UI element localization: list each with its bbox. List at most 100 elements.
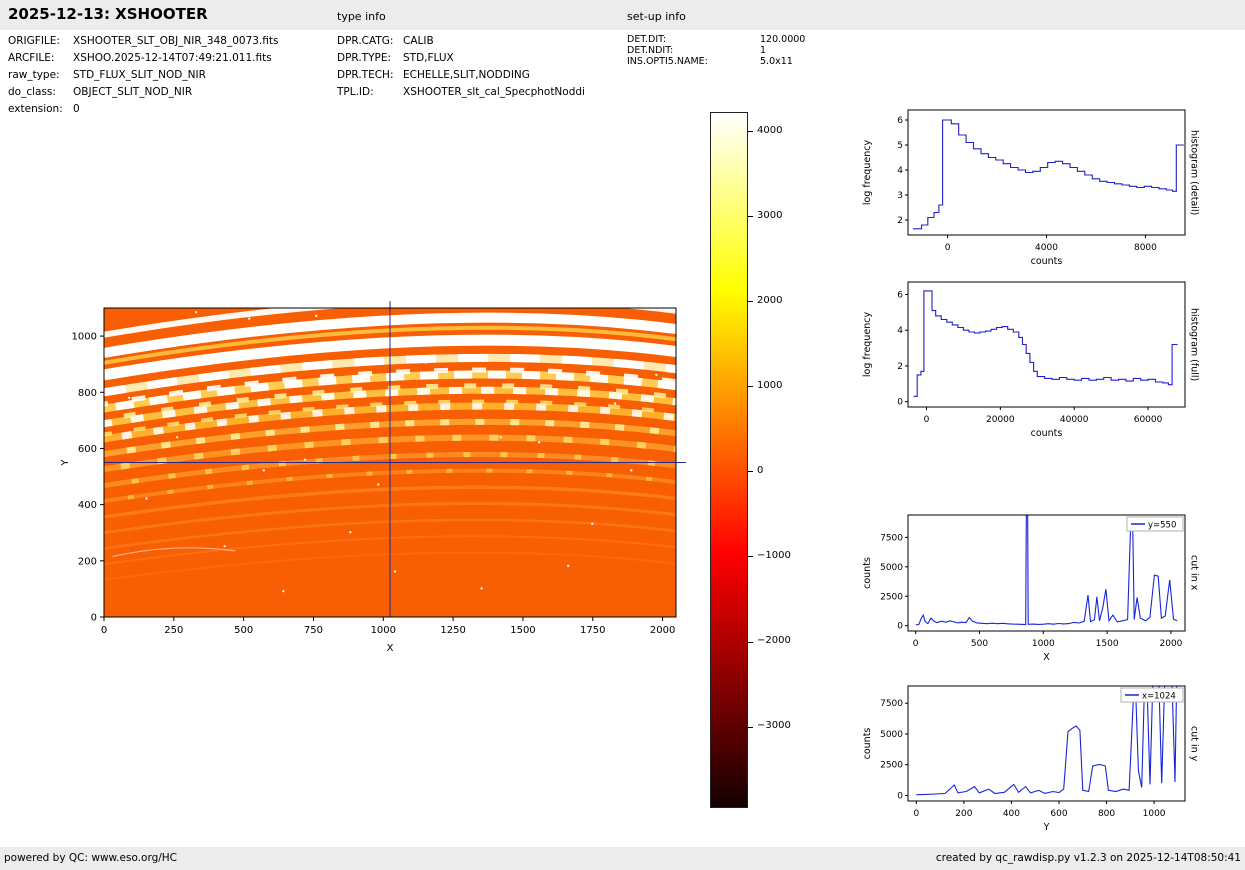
x-tick-label: 750 <box>304 625 323 636</box>
y-tick-label: 0 <box>91 613 97 624</box>
meta-row: DET.DIT: 120.0000 <box>627 34 805 45</box>
meta-row: TPL.ID: XSHOOTER_slt_cal_SpecphotNoddi <box>337 84 585 101</box>
meta-value: 1 <box>760 45 767 56</box>
y-tick-label: 5 <box>897 141 903 151</box>
colorbar-tick <box>748 301 753 303</box>
x-axis-label: X <box>1043 652 1050 663</box>
meta-key: INS.OPTI5.NAME: <box>627 56 708 67</box>
histogram-detail-plot: 0 4000 8000 2 3 4 5 6 counts log frequency <box>862 109 1186 267</box>
x-tick-label: 20000 <box>986 415 1015 425</box>
y-tick-label: 1000 <box>72 332 97 343</box>
colorbar-tick-label: 0 <box>757 464 764 476</box>
meta-value: XSHOOTER_slt_cal_SpecphotNoddi <box>403 86 585 98</box>
meta-key: raw_type: <box>8 69 60 81</box>
x-axis-label: Y <box>1043 822 1050 833</box>
meta-key: DET.DIT: <box>627 34 667 45</box>
colorbar-tick-label: 2000 <box>757 294 783 306</box>
cut-in-x-plot: 0 500 1000 1500 2000 0 2500 5000 7500 Xcounts y=55… <box>862 514 1186 663</box>
footer-powered-by-text: powered by QC: <box>4 852 92 864</box>
histogram-full-plot: 0 20000 40000 60000 0 2 4 6 counts log frequency <box>862 281 1186 439</box>
meta-value: 5.0x11 <box>760 56 793 67</box>
x-tick-label: 1000 <box>371 625 396 636</box>
x-tick-label: 1000 <box>1143 809 1166 819</box>
y-tick-label: 0 <box>897 791 903 801</box>
meta-key: DPR.TYPE: <box>337 52 392 64</box>
plot-frame <box>907 514 1186 632</box>
colorbar-tick <box>748 471 753 473</box>
x-tick-label: 600 <box>1050 809 1067 819</box>
y-tick-label: 6 <box>897 291 903 301</box>
x-tick-label: 1500 <box>510 625 535 636</box>
meta-value: 0 <box>73 103 80 115</box>
y-tick-label: 400 <box>78 500 97 511</box>
plot-frame <box>907 109 1186 236</box>
footer-bar: powered by QC: www.eso.org/HC created by… <box>0 847 1245 870</box>
header-bar: 2025-12-13: XSHOOTER type info set-up in… <box>0 0 1245 30</box>
x-tick-label: 250 <box>164 625 183 636</box>
colorbar-tick <box>748 386 753 388</box>
y-tick-label: 3 <box>897 191 903 201</box>
y-tick-label: 4 <box>897 166 903 176</box>
x-tick-label: 4000 <box>1035 243 1058 253</box>
x-tick-label: 40000 <box>1060 415 1089 425</box>
colorbar-tick <box>748 641 753 643</box>
colorbar-tick-label: 1000 <box>757 379 783 391</box>
colorbar-tick-label: −3000 <box>757 720 791 732</box>
page-title: 2025-12-13: XSHOOTER <box>8 5 208 23</box>
x-tick-label: 0 <box>913 809 919 819</box>
colorbar-gradient <box>710 112 748 808</box>
y-tick-label: 2 <box>897 362 903 372</box>
x-tick-label: 1000 <box>1032 639 1055 649</box>
meta-row: ARCFILE: XSHOO.2025-12-14T07:49:21.011.fi… <box>8 50 278 67</box>
legend-label: y=550 <box>1148 521 1176 531</box>
type-info-label: type info <box>337 10 386 23</box>
x-tick-label: 1250 <box>440 625 465 636</box>
y-tick-label: 7500 <box>880 699 903 709</box>
meta-key: DET.NDIT: <box>627 45 674 56</box>
meta-row: DPR.TYPE: STD,FLUX <box>337 50 585 67</box>
cut-in-y-right-label: cut in y <box>1188 725 1200 762</box>
x-axis-label: counts <box>1031 428 1063 439</box>
type-info-block: DPR.CATG: CALIB DPR.TYPE: STD,FLUX DPR.TEC… <box>337 33 585 101</box>
x-tick-label: 500 <box>971 639 988 649</box>
meta-key: do_class: <box>8 86 56 98</box>
cut-in-x-right-label: cut in x <box>1188 555 1200 591</box>
y-tick-label: 4 <box>897 326 903 336</box>
histogram-detail-right-label: histogram (detail) <box>1188 129 1200 216</box>
colorbar-tick-label: 4000 <box>757 124 783 136</box>
series-line <box>912 119 1184 230</box>
x-tick-label: 500 <box>234 625 253 636</box>
footer-qc-link[interactable]: www.eso.org/HC <box>91 852 177 864</box>
y-tick-label: 2500 <box>880 761 903 771</box>
y-tick-label: 600 <box>78 444 97 455</box>
x-tick-label: 2000 <box>1160 639 1183 649</box>
meta-key: ORIGFILE: <box>8 35 60 47</box>
meta-row: INS.OPTI5.NAME: 5.0x11 <box>627 56 805 67</box>
colorbar-tick <box>748 726 753 728</box>
meta-value: STD_FLUX_SLIT_NOD_NIR <box>73 69 206 81</box>
meta-value: CALIB <box>403 35 434 47</box>
y-tick-label: 7500 <box>880 533 903 543</box>
meta-value: XSHOOTER_SLT_OBJ_NIR_348_0073.fits <box>73 35 279 47</box>
meta-key: TPL.ID: <box>337 86 374 98</box>
x-axis-label: counts <box>1031 256 1063 267</box>
y-tick-label: 2 <box>897 216 903 226</box>
meta-value: XSHOO.2025-12-14T07:49:21.011.fits <box>73 52 272 64</box>
cut-in-y-plot: 0 200 400 600 800 1000 0 2500 5000 7500 Ycounts x=1… <box>862 685 1186 833</box>
meta-row: extension: 0 <box>8 101 278 118</box>
x-tick-label: 800 <box>1098 809 1115 819</box>
colorbar-tick-label: −2000 <box>757 635 791 647</box>
y-tick-label: 200 <box>78 556 97 567</box>
meta-value: OBJECT_SLIT_NOD_NIR <box>73 86 193 98</box>
y-axis-label: counts <box>862 728 873 760</box>
x-tick-label: 1750 <box>580 625 605 636</box>
x-tick-label: 0 <box>924 415 930 425</box>
y-tick-label: 0 <box>897 398 903 408</box>
y-tick-label: 0 <box>897 622 903 632</box>
x-axis-label: X <box>387 643 394 654</box>
colorbar-tick <box>748 131 753 133</box>
x-tick-label: 2000 <box>650 625 675 636</box>
meta-row: DET.NDIT: 1 <box>627 45 805 56</box>
colorbar: 4000 3000 2000 1000 0 −1000 −2000 −3000 <box>710 112 791 808</box>
y-axis-label: log frequency <box>862 312 873 378</box>
